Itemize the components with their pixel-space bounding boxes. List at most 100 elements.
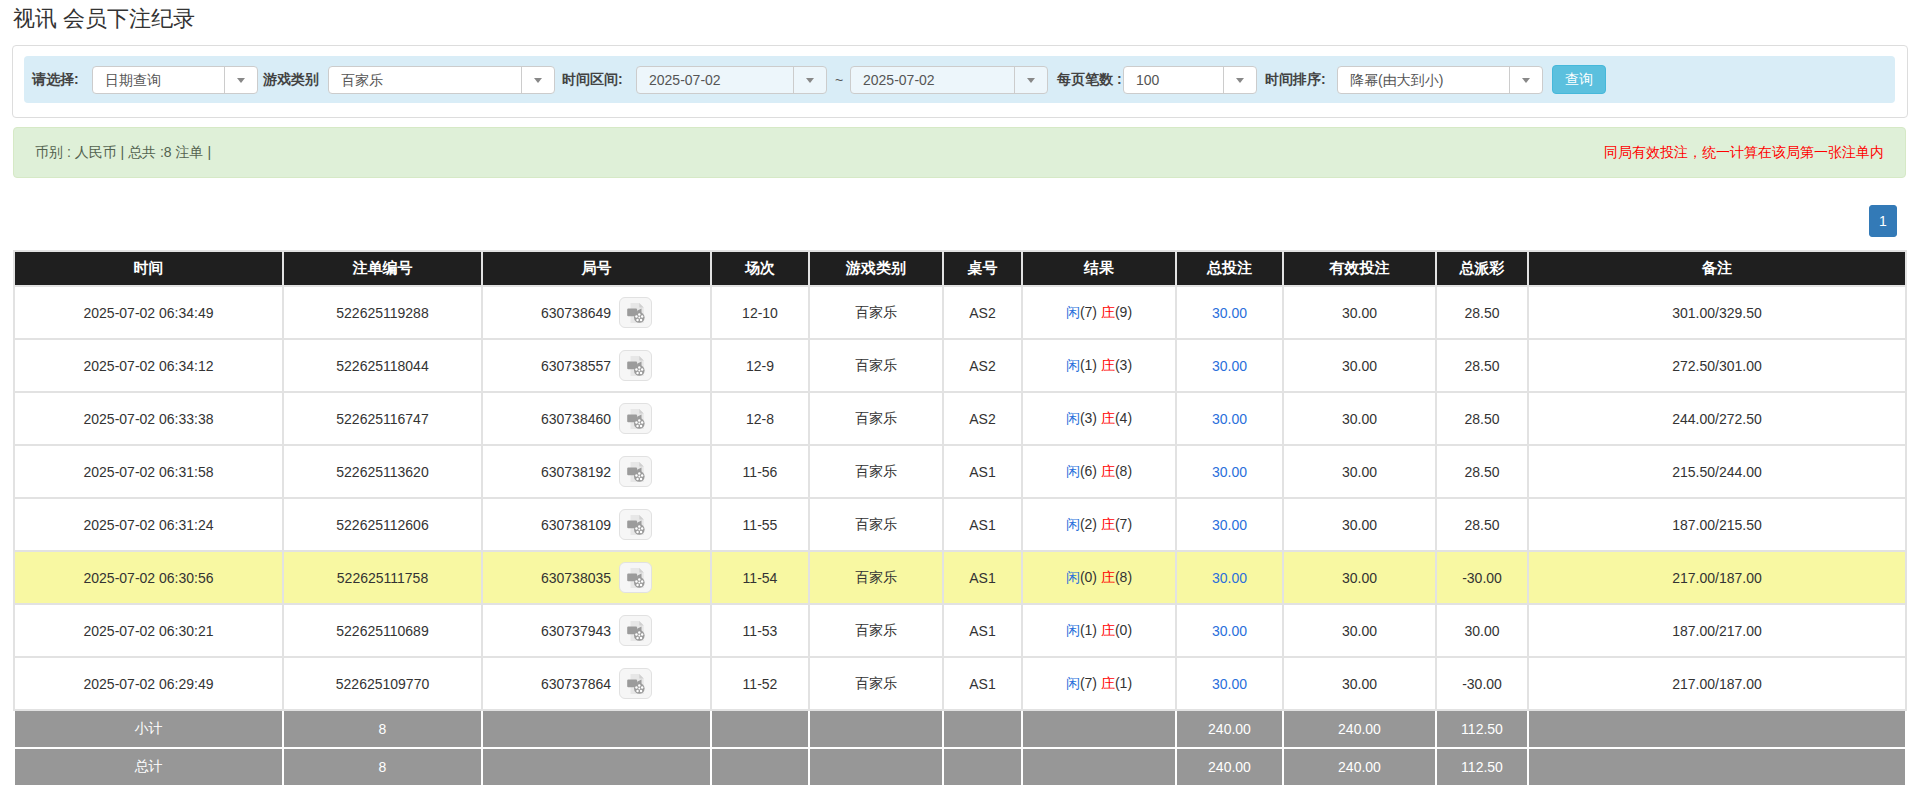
video-replay-button[interactable]	[619, 615, 652, 646]
cell-total-bet: 30.00	[1176, 392, 1283, 445]
cell-time: 2025-07-02 06:34:12	[14, 339, 283, 392]
col-header-bet-id: 注单编号	[283, 251, 482, 286]
cell-time: 2025-07-02 06:33:38	[14, 392, 283, 445]
cell-session: 11-56	[711, 445, 809, 498]
video-replay-button[interactable]	[619, 350, 652, 381]
col-header-total-bet: 总投注	[1176, 251, 1283, 286]
total-label: 总计	[14, 748, 283, 786]
video-replay-button[interactable]	[619, 509, 652, 540]
total-bet-link[interactable]: 30.00	[1212, 358, 1247, 374]
total-bet-link[interactable]: 30.00	[1212, 464, 1247, 480]
query-type-select[interactable]: 日期查询	[92, 66, 258, 94]
cell-round-id: 630738035	[482, 551, 711, 604]
cell-round-id: 630738192	[482, 445, 711, 498]
cell-remark: 301.00/329.50	[1528, 286, 1906, 339]
table-header-row: 时间 注单编号 局号 场次 游戏类别 桌号 结果 总投注 有效投注 总派彩 备注	[14, 251, 1906, 286]
cell-time: 2025-07-02 06:34:49	[14, 286, 283, 339]
col-header-game-type: 游戏类别	[809, 251, 943, 286]
video-record-icon	[625, 567, 647, 589]
total-count: 8	[283, 748, 482, 786]
summary-alert: 币别 : 人民币 | 总共 :8 注单 | 同局有效投注，统一计算在该局第一张注…	[13, 127, 1906, 178]
chevron-down-icon	[793, 67, 826, 93]
records-table: 时间 注单编号 局号 场次 游戏类别 桌号 结果 总投注 有效投注 总派彩 备注…	[13, 250, 1907, 787]
cell-session: 12-9	[711, 339, 809, 392]
filter-bar: 请选择: 日期查询 游戏类别 百家乐 时间区间: 2025-07-02 ~ 20…	[24, 56, 1895, 103]
chevron-down-icon	[1014, 67, 1047, 93]
video-record-icon	[625, 673, 647, 695]
game-type-label: 游戏类别	[263, 71, 319, 89]
cell-total-bet: 30.00	[1176, 657, 1283, 710]
subtotal-count: 8	[283, 710, 482, 748]
cell-payout: 28.50	[1436, 286, 1528, 339]
total-bet-link[interactable]: 30.00	[1212, 411, 1247, 427]
cell-result: 闲(3) 庄(4)	[1022, 392, 1176, 445]
time-range-label: 时间区间:	[562, 71, 623, 89]
cell-remark: 217.00/187.00	[1528, 551, 1906, 604]
col-header-result: 结果	[1022, 251, 1176, 286]
cell-result: 闲(2) 庄(7)	[1022, 498, 1176, 551]
cell-result: 闲(0) 庄(8)	[1022, 551, 1176, 604]
cell-bet-id: 522625116747	[283, 392, 482, 445]
video-replay-button[interactable]	[619, 297, 652, 328]
col-header-session: 场次	[711, 251, 809, 286]
video-record-icon	[625, 620, 647, 642]
search-button[interactable]: 查询	[1552, 65, 1606, 94]
cell-table-no: AS2	[943, 392, 1022, 445]
cell-valid-bet: 30.00	[1283, 498, 1436, 551]
cell-bet-id: 522625112606	[283, 498, 482, 551]
total-bet-link[interactable]: 30.00	[1212, 305, 1247, 321]
date-from-input[interactable]: 2025-07-02	[636, 66, 827, 94]
cell-result: 闲(1) 庄(0)	[1022, 604, 1176, 657]
cell-result: 闲(6) 庄(8)	[1022, 445, 1176, 498]
cell-time: 2025-07-02 06:31:24	[14, 498, 283, 551]
col-header-round-id: 局号	[482, 251, 711, 286]
cell-valid-bet: 30.00	[1283, 657, 1436, 710]
page-title: 视讯 会员下注纪录	[13, 4, 195, 34]
cell-bet-id: 522625118044	[283, 339, 482, 392]
cell-total-bet: 30.00	[1176, 498, 1283, 551]
cell-table-no: AS1	[943, 604, 1022, 657]
cell-valid-bet: 30.00	[1283, 286, 1436, 339]
total-bet-link[interactable]: 30.00	[1212, 517, 1247, 533]
table-row: 2025-07-02 06:31:58 522625113620 6307381…	[14, 445, 1906, 498]
cell-round-id: 630738557	[482, 339, 711, 392]
total-bet-link[interactable]: 30.00	[1212, 570, 1247, 586]
sort-order-value: 降幂(由大到小)	[1338, 67, 1509, 93]
sort-order-label: 时间排序:	[1265, 71, 1326, 89]
cell-time: 2025-07-02 06:31:58	[14, 445, 283, 498]
page-size-select[interactable]: 100	[1123, 66, 1257, 94]
pagination-page-1[interactable]: 1	[1869, 205, 1897, 237]
cell-valid-bet: 30.00	[1283, 392, 1436, 445]
cell-total-bet: 30.00	[1176, 445, 1283, 498]
video-replay-button[interactable]	[619, 668, 652, 699]
cell-result: 闲(7) 庄(9)	[1022, 286, 1176, 339]
cell-table-no: AS1	[943, 498, 1022, 551]
cell-remark: 244.00/272.50	[1528, 392, 1906, 445]
col-header-table-no: 桌号	[943, 251, 1022, 286]
cell-session: 12-8	[711, 392, 809, 445]
cell-payout: 28.50	[1436, 392, 1528, 445]
video-record-icon	[625, 461, 647, 483]
date-to-value: 2025-07-02	[851, 67, 1014, 93]
sort-order-select[interactable]: 降幂(由大到小)	[1337, 66, 1543, 94]
total-bet-link[interactable]: 30.00	[1212, 676, 1247, 692]
video-replay-button[interactable]	[619, 562, 652, 593]
cell-game-type: 百家乐	[809, 392, 943, 445]
chevron-down-icon	[1509, 67, 1542, 93]
cell-session: 11-54	[711, 551, 809, 604]
cell-valid-bet: 30.00	[1283, 339, 1436, 392]
table-row: 2025-07-02 06:29:49 522625109770 6307378…	[14, 657, 1906, 710]
video-replay-button[interactable]	[619, 456, 652, 487]
table-row: 2025-07-02 06:30:21 522625110689 6307379…	[14, 604, 1906, 657]
date-to-input[interactable]: 2025-07-02	[850, 66, 1048, 94]
cell-game-type: 百家乐	[809, 498, 943, 551]
game-type-select[interactable]: 百家乐	[328, 66, 555, 94]
total-valid-bet: 240.00	[1283, 748, 1436, 786]
cell-payout: 28.50	[1436, 498, 1528, 551]
total-bet-link[interactable]: 30.00	[1212, 623, 1247, 639]
cell-table-no: AS2	[943, 339, 1022, 392]
video-replay-button[interactable]	[619, 403, 652, 434]
currency-total-text: 币别 : 人民币 | 总共 :8 注单 |	[35, 144, 211, 162]
cell-game-type: 百家乐	[809, 445, 943, 498]
cell-bet-id: 522625109770	[283, 657, 482, 710]
